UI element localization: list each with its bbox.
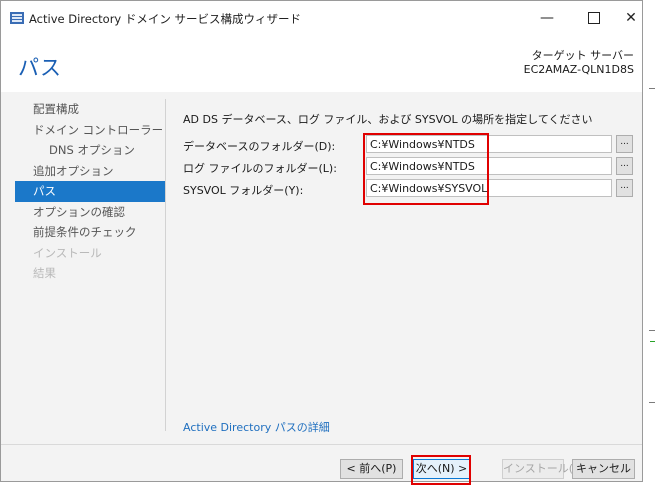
edge-tick xyxy=(649,88,655,89)
background-window-edge xyxy=(646,0,656,485)
page-title: パス xyxy=(18,56,62,80)
close-icon: ✕ xyxy=(625,10,637,26)
previous-button[interactable]: < 前へ(P) xyxy=(340,459,403,479)
maximize-button[interactable] xyxy=(579,7,609,29)
nav-divider xyxy=(165,99,166,431)
nav-item-additional-options[interactable]: 追加オプション xyxy=(15,161,165,182)
log-folder-row: ログ ファイルのフォルダー(L): ... xyxy=(183,157,633,177)
log-folder-label: ログ ファイルのフォルダー(L): xyxy=(183,162,337,175)
close-button[interactable]: ✕ xyxy=(616,7,646,29)
edge-tick-green xyxy=(650,341,655,342)
target-server-name: EC2AMAZ-QLN1D8S xyxy=(523,63,634,76)
nav-item-prerequisites-check[interactable]: 前提条件のチェック xyxy=(15,222,165,243)
wizard-header: パス ターゲット サーバー EC2AMAZ-QLN1D8S xyxy=(1,34,642,92)
minimize-icon: — xyxy=(540,10,554,26)
server-manager-icon xyxy=(10,12,24,24)
title-bar: Active Directory ドメイン サービス構成ウィザード — ✕ xyxy=(1,1,642,34)
minimize-button[interactable]: — xyxy=(532,7,562,29)
wizard-nav: 配置構成 ドメイン コントローラー オプシ... DNS オプション 追加オプシ… xyxy=(15,99,165,284)
log-folder-browse-button[interactable]: ... xyxy=(616,157,633,175)
target-server-label: ターゲット サーバー xyxy=(531,49,634,62)
database-folder-input[interactable] xyxy=(366,135,612,153)
edge-tick xyxy=(649,330,655,331)
cancel-button[interactable]: キャンセル xyxy=(572,459,635,479)
window-title: Active Directory ドメイン サービス構成ウィザード xyxy=(29,12,302,26)
sysvol-folder-label: SYSVOL フォルダー(Y): xyxy=(183,184,304,197)
nav-item-deployment-configuration[interactable]: 配置構成 xyxy=(15,99,165,120)
maximize-icon xyxy=(588,12,600,24)
wizard-window: Active Directory ドメイン サービス構成ウィザード — ✕ パス… xyxy=(0,0,643,482)
database-folder-label: データベースのフォルダー(D): xyxy=(183,140,336,153)
instruction-text: AD DS データベース、ログ ファイル、および SYSVOL の場所を指定して… xyxy=(183,113,593,126)
paths-panel: AD DS データベース、ログ ファイル、および SYSVOL の場所を指定して… xyxy=(183,111,633,197)
sysvol-folder-row: SYSVOL フォルダー(Y): ... xyxy=(183,179,633,199)
nav-item-dns-options[interactable]: DNS オプション xyxy=(15,140,165,161)
edge-tick xyxy=(649,402,655,403)
nav-item-paths[interactable]: パス xyxy=(15,181,165,202)
paths-help-link[interactable]: Active Directory パスの詳細 xyxy=(183,419,330,435)
nav-item-installation: インストール xyxy=(33,245,102,260)
database-folder-browse-button[interactable]: ... xyxy=(616,135,633,153)
sysvol-folder-browse-button[interactable]: ... xyxy=(616,179,633,197)
footer-separator xyxy=(1,444,642,445)
install-button: インストール(I) xyxy=(502,459,581,479)
log-folder-input[interactable] xyxy=(366,157,612,175)
database-folder-row: データベースのフォルダー(D): ... xyxy=(183,135,633,155)
next-button[interactable]: 次へ(N) > xyxy=(413,459,470,479)
nav-item-review-options[interactable]: オプションの確認 xyxy=(15,202,165,223)
nav-item-results: 結果 xyxy=(33,266,56,280)
nav-item-dc-options[interactable]: ドメイン コントローラー オプシ... xyxy=(15,120,165,141)
sysvol-folder-input[interactable] xyxy=(366,179,612,197)
